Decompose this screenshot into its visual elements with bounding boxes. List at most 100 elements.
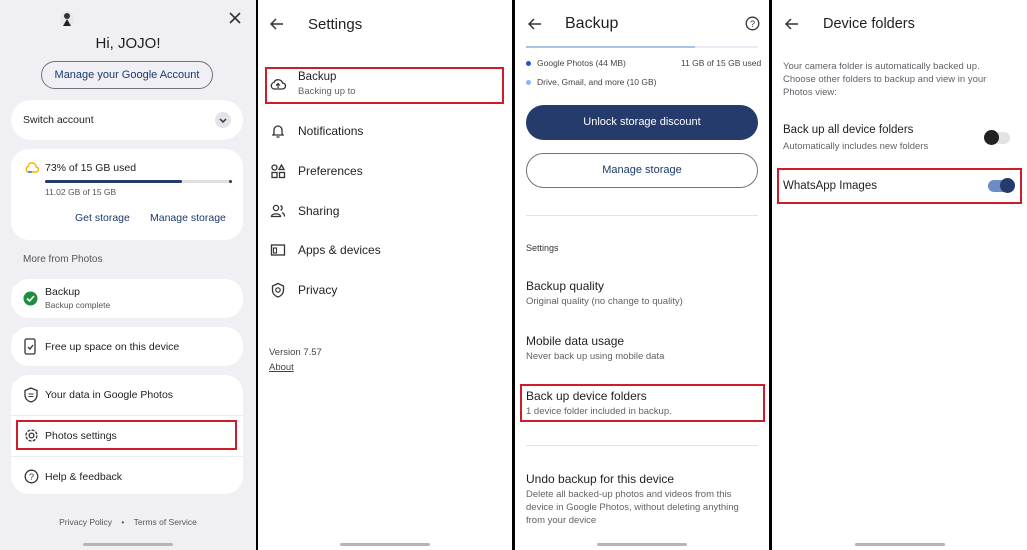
storage-detail: 11.02 GB of 15 GB [45,187,117,197]
backup-panel: Backup ? Google Photos (44 MB) 11 GB of … [515,0,769,550]
data-shield-icon [24,387,38,403]
divider [526,215,758,216]
gesture-bar[interactable] [340,543,430,546]
svg-text:?: ? [750,19,755,29]
storage-bar-end-dot [229,180,232,183]
cloud-icon [24,162,39,173]
footer-links: Privacy Policy • Terms of Service [0,517,256,527]
settings-item-sharing[interactable]: Sharing [270,203,339,219]
svg-text:?: ? [29,472,34,482]
phone-check-icon [24,338,37,355]
people-icon [270,203,286,219]
settings-item-preferences[interactable]: Preferences [270,163,363,179]
settings-item-apps-devices[interactable]: Apps & devices [270,242,381,258]
preferences-icon [270,163,286,179]
backup-quality-title[interactable]: Backup quality [526,279,604,293]
back-arrow-icon[interactable] [270,18,284,30]
check-circle-icon [23,291,38,306]
undo-backup-title[interactable]: Undo backup for this device [526,472,674,486]
get-storage-link[interactable]: Get storage [75,212,130,224]
avatar[interactable] [60,11,74,27]
switch-account-card[interactable]: Switch account [11,100,243,140]
back-arrow-icon[interactable] [528,18,542,30]
settings-item-privacy[interactable]: Privacy [270,282,337,298]
toggle-knob [984,130,999,145]
mobile-data-sub: Never back up using mobile data [526,351,665,362]
manage-storage-button[interactable]: Manage storage [526,153,758,188]
divider [526,445,758,446]
legend-photos-label: Google Photos (44 MB) [537,58,626,68]
back-up-all-sub: Automatically includes new folders [783,141,929,152]
back-arrow-icon[interactable] [785,18,799,30]
bell-icon [270,123,286,139]
switch-account-label: Switch account [23,114,94,126]
help-icon: ? [24,469,39,484]
settings-item-notifications[interactable]: Notifications [270,123,363,139]
backup-status-card[interactable]: Backup Backup complete [11,279,243,318]
description-line-3: Photos view: [783,87,837,98]
help-feedback-label[interactable]: Help & feedback [45,471,122,483]
greeting: Hi, JOJO! [95,35,161,52]
legend-dot [526,79,531,85]
account-menu-panel: Hi, JOJO! Manage your Google Account Swi… [0,0,256,550]
unlock-storage-discount-button[interactable]: Unlock storage discount [526,105,758,140]
legend-photos: Google Photos (44 MB) [526,58,626,68]
device-folders-panel: Device folders Your camera folder is aut… [772,0,1027,550]
gesture-bar[interactable] [83,543,173,546]
back-up-all-toggle[interactable] [984,130,1010,145]
highlight-device-folders [520,384,765,422]
privacy-policy-link[interactable]: Privacy Policy [59,517,112,527]
chevron-down-icon[interactable] [215,112,231,128]
page-title: Device folders [823,16,915,32]
storage-bar-fill [526,46,696,48]
settings-section-header: Settings [526,243,559,253]
terms-link[interactable]: Terms of Service [134,517,197,527]
help-icon[interactable]: ? [745,16,760,31]
undo-backup-line-1: Delete all backed-up photos and videos f… [526,489,732,500]
mobile-data-title[interactable]: Mobile data usage [526,334,624,348]
close-icon[interactable] [229,12,241,24]
legend-drive-label: Drive, Gmail, and more (10 GB) [537,77,657,87]
gesture-bar[interactable] [854,543,945,546]
divider [11,415,243,416]
highlight-photos-settings [16,420,237,450]
legend-drive: Drive, Gmail, and more (10 GB) [526,77,657,87]
usage-text: 11 GB of 15 GB used [681,58,762,68]
about-link[interactable]: About [269,362,294,373]
footer-separator: • [121,517,125,527]
highlight-backup [265,67,504,104]
manage-storage-link[interactable]: Manage storage [150,212,226,224]
divider [11,456,243,457]
description-line-2: Choose other folders to backup and view … [783,74,987,85]
settings-panel: Settings Backup Backing up to Notificati… [258,0,512,550]
settings-item-label: Privacy [298,283,338,297]
storage-used-text: 73% of 15 GB used [45,162,137,174]
backup-status: Backup complete [45,300,111,310]
settings-item-label: Preferences [298,164,363,178]
settings-item-label: Apps & devices [298,243,381,257]
back-up-all-title[interactable]: Back up all device folders [783,124,913,136]
highlight-whatsapp-images [777,168,1022,204]
page-title: Settings [308,16,363,33]
backup-quality-sub: Original quality (no change to quality) [526,296,683,307]
settings-item-label: Sharing [298,204,340,218]
devices-icon [270,242,286,258]
version-text: Version 7.57 [269,347,322,358]
storage-card: 73% of 15 GB used 11.02 GB of 15 GB Get … [11,149,243,240]
description-line-1: Your camera folder is automatically back… [783,61,980,72]
legend-dot [526,60,531,66]
shield-icon [270,282,286,298]
backup-title: Backup [45,286,81,298]
storage-bar-track [45,180,232,183]
more-from-photos-heading: More from Photos [23,254,103,265]
free-up-space-card[interactable]: Free up space on this device [11,327,243,366]
undo-backup-line-3: from your device [526,515,597,526]
your-data-label[interactable]: Your data in Google Photos [45,389,173,401]
storage-bar-fill [45,180,182,183]
gesture-bar[interactable] [597,543,687,546]
storage-bar-track [526,46,758,48]
free-up-space-label: Free up space on this device [45,341,180,353]
settings-item-label: Notifications [298,124,364,138]
page-title: Backup [565,15,619,32]
manage-account-button[interactable]: Manage your Google Account [41,61,213,89]
